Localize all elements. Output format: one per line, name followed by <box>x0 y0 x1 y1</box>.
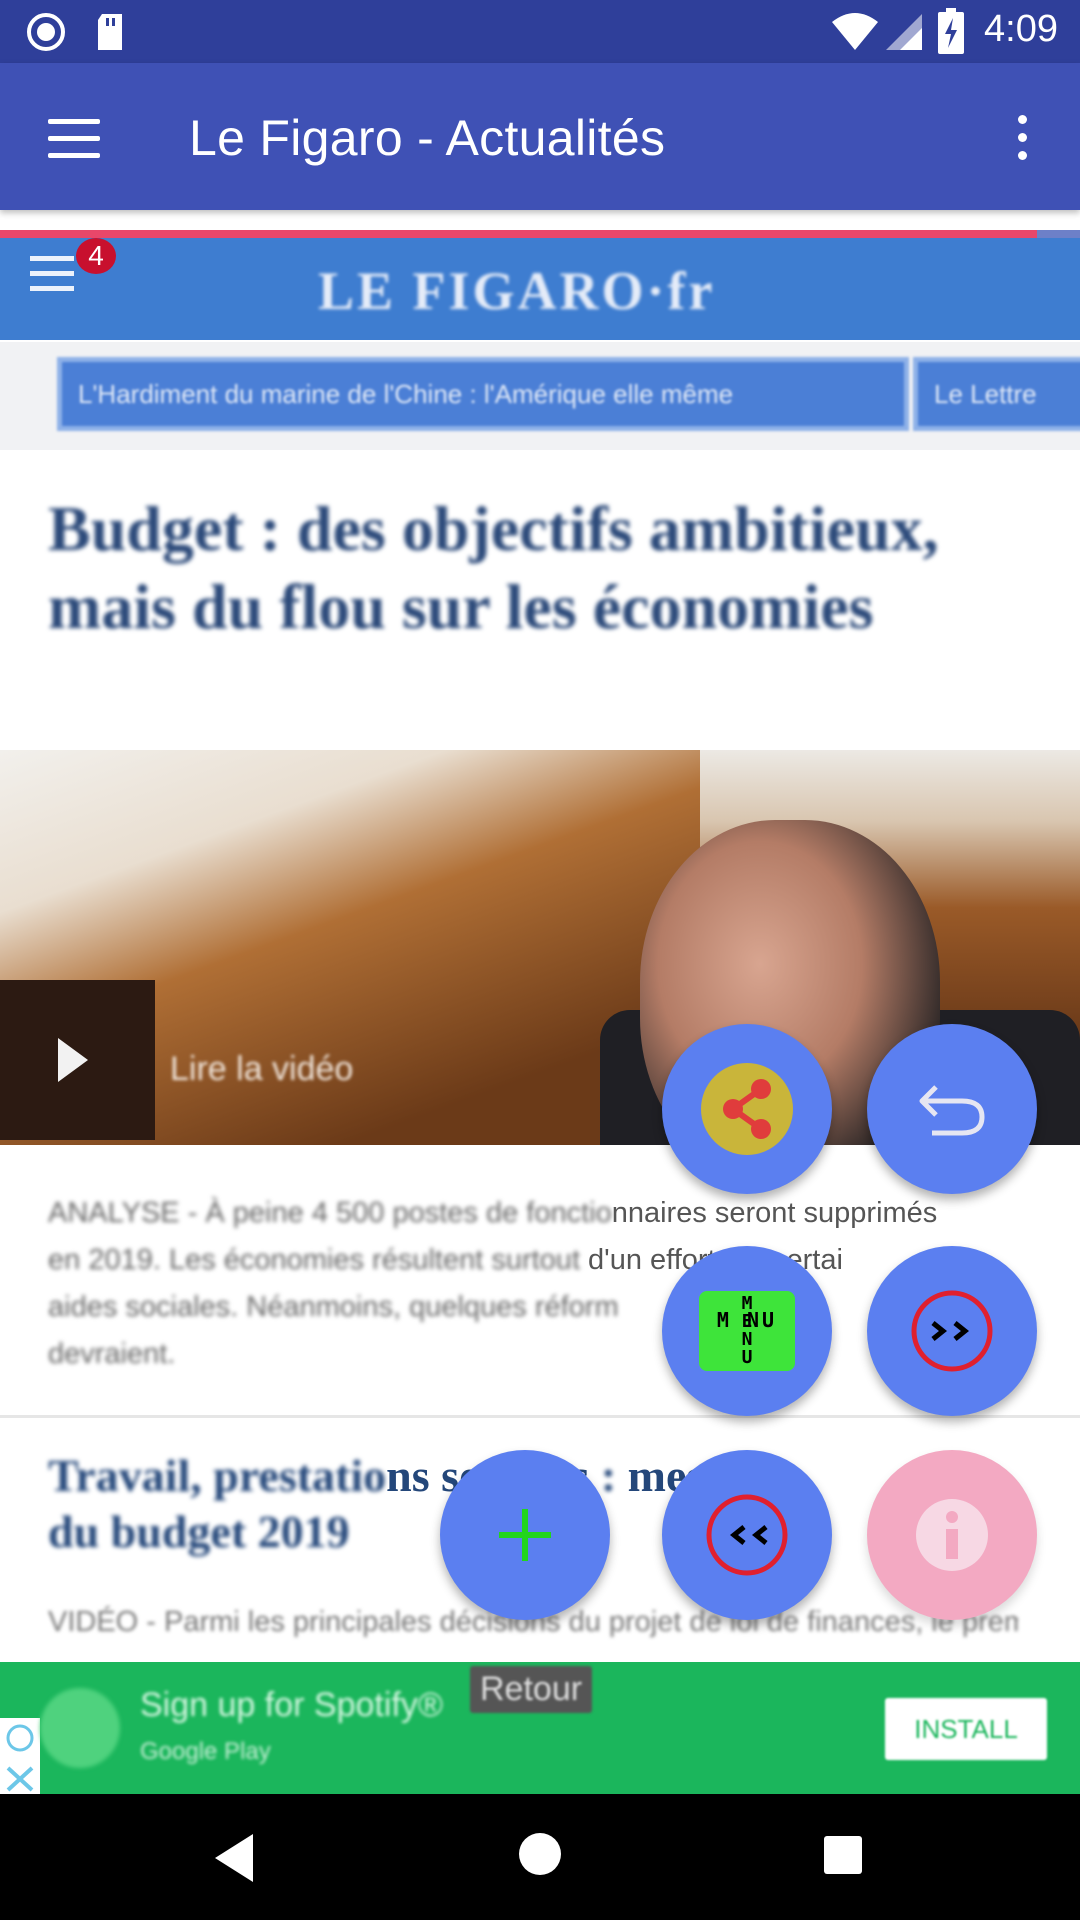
tag-chip[interactable]: Le Lettre <box>913 357 1080 431</box>
nav-back-icon[interactable] <box>215 1834 253 1882</box>
headline-blurred: Travail, prestatio <box>48 1450 387 1501</box>
plus-icon <box>499 1509 551 1561</box>
article-divider <box>0 1415 1080 1418</box>
wifi-icon <box>832 13 878 50</box>
tags-strip: L'Hardiment du marine de l'Chine : l'Amé… <box>0 342 1080 450</box>
nav-recents-icon[interactable] <box>824 1836 862 1874</box>
ad-install-button[interactable]: INSTALL <box>885 1698 1047 1760</box>
article-headline[interactable]: Budget : des objectifs ambitieux, mais d… <box>48 490 1028 646</box>
battery-charging-icon <box>938 8 964 54</box>
tag-chip[interactable]: L'Hardiment du marine de l'Chine : l'Amé… <box>57 357 909 431</box>
back-fab[interactable] <box>867 1024 1037 1194</box>
fab-tooltip-label: Retour <box>470 1666 593 1713</box>
notification-badge: 4 <box>76 238 116 274</box>
share-icon <box>701 1063 793 1155</box>
notification-circle-icon <box>27 13 65 51</box>
app-bar: Le Figaro - Actualités <box>0 63 1080 210</box>
info-fab[interactable] <box>867 1450 1037 1620</box>
sd-card-icon <box>98 14 122 50</box>
previous-icon <box>706 1494 788 1576</box>
next-fab[interactable] <box>867 1246 1037 1416</box>
page-load-progress <box>0 230 1080 238</box>
menu-icon: M E N U M NU <box>699 1291 795 1371</box>
ad-subtitle: Google Play <box>140 1738 271 1765</box>
app-title: Le Figaro - Actualités <box>189 110 666 166</box>
summary-text: nnaires seront supprimés <box>611 1197 938 1229</box>
overflow-menu-icon[interactable] <box>1010 115 1034 165</box>
ad-title[interactable]: Sign up for Spotify® <box>140 1686 443 1725</box>
add-fab[interactable] <box>440 1450 610 1620</box>
previous-fab[interactable] <box>662 1450 832 1620</box>
progress-fill <box>0 230 1037 238</box>
status-time: 4:09 <box>984 8 1058 50</box>
system-nav-bar <box>0 1794 1080 1920</box>
summary-text-blurred: devraient. <box>48 1338 176 1370</box>
play-icon[interactable] <box>58 1038 88 1082</box>
undo-arrow-icon <box>919 1085 985 1136</box>
ad-app-icon[interactable] <box>40 1688 120 1768</box>
summary-text-blurred: aides sociales. Néanmoins, quelques réfo… <box>48 1291 619 1323</box>
summary-text-blurred: ANALYSE - À peine 4 500 postes de foncti… <box>48 1197 612 1229</box>
hamburger-menu-icon[interactable] <box>48 119 100 158</box>
status-bar: 4:09 <box>0 0 1080 63</box>
signal-icon <box>886 14 922 50</box>
site-header: LE FIGARO·fr <box>0 238 1080 340</box>
menu-fab[interactable]: M E N U M NU <box>662 1246 832 1416</box>
nav-home-icon[interactable] <box>519 1833 561 1875</box>
next-icon <box>911 1290 993 1372</box>
headline-blurred: du budget 2019 <box>48 1506 350 1557</box>
ad-choices-icon[interactable] <box>0 1718 40 1794</box>
site-logo[interactable]: LE FIGARO·fr <box>318 260 716 322</box>
video-label[interactable]: Lire la vidéo <box>170 1050 353 1089</box>
summary-text-blurred: en 2019. Les économies résultent surtout <box>48 1244 580 1276</box>
svg-text:U: U <box>742 1347 753 1368</box>
info-icon <box>916 1499 988 1571</box>
svg-text:M NU: M NU <box>717 1308 777 1332</box>
share-fab[interactable] <box>662 1024 832 1194</box>
